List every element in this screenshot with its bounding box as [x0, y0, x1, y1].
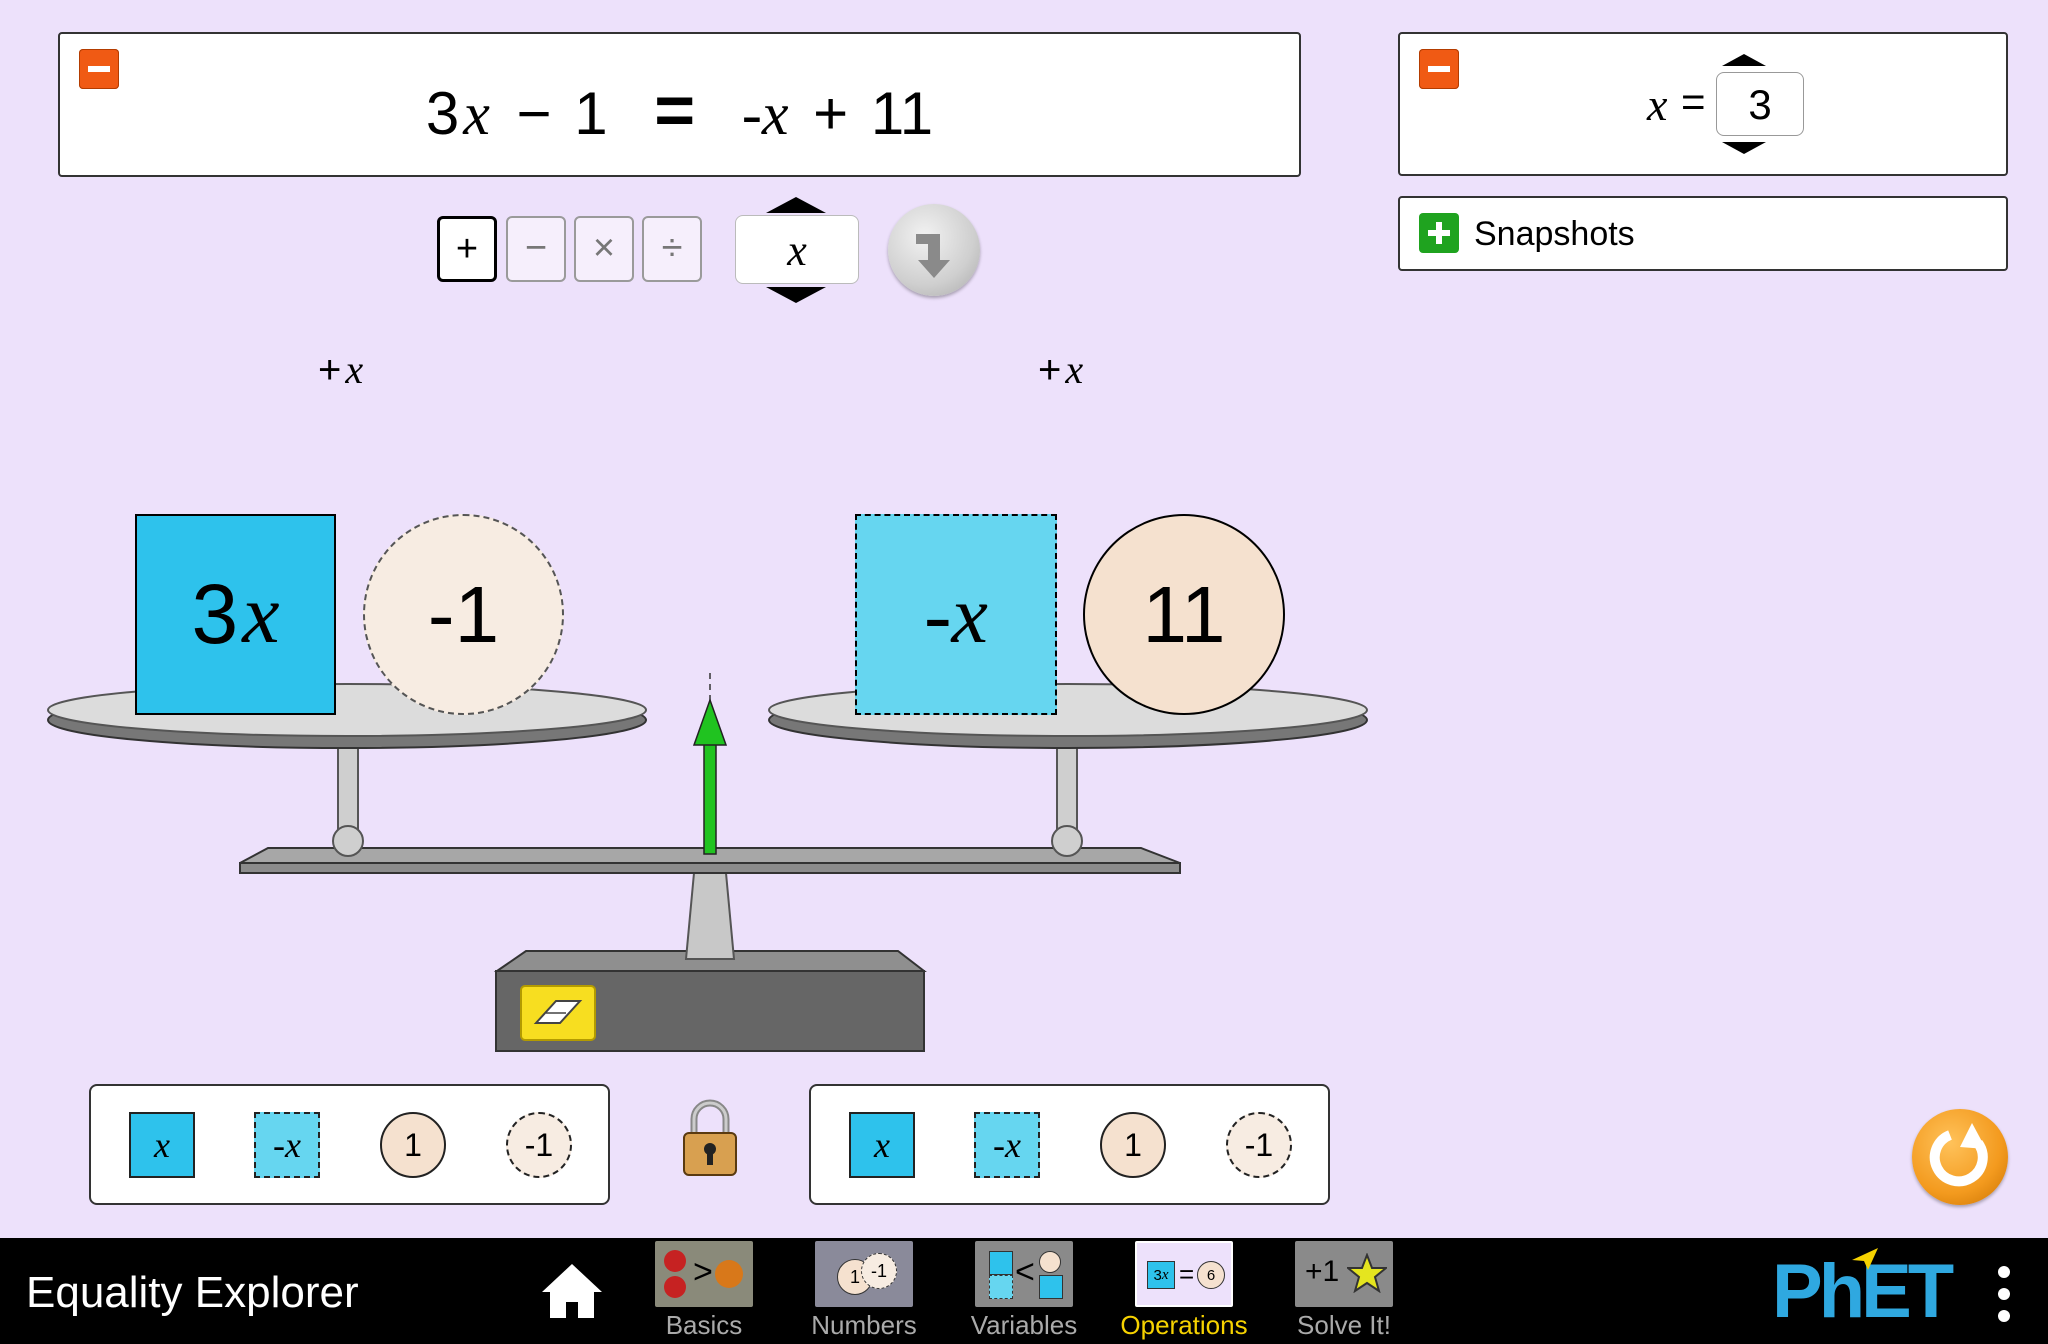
left-pivot [332, 825, 364, 857]
right-pivot [1051, 825, 1083, 857]
app-title: Equality Explorer [26, 1268, 359, 1317]
left-toolbox: x -x 1 -1 [89, 1084, 610, 1205]
operand-value: x [787, 226, 807, 275]
toolbox-left-one-tile[interactable]: 1 [380, 1112, 446, 1178]
toolbox-left-x-tile[interactable]: x [129, 1112, 195, 1178]
tab-numbers-icon[interactable]: 1 -1 [815, 1241, 913, 1307]
collapse-variable-button[interactable] [1419, 49, 1459, 89]
decrement-arrow-icon[interactable] [1722, 142, 1766, 154]
reset-all-button[interactable] [1912, 1109, 2008, 1205]
snapshots-label: Snapshots [1474, 215, 1635, 253]
left-operation-label: + x [318, 347, 364, 392]
star-icon [1347, 1253, 1387, 1293]
apply-arrow-icon [916, 234, 950, 278]
phet-star-icon [1852, 1248, 1878, 1270]
left-coef: 3 [425, 80, 460, 147]
right-constant-tile[interactable]: 11 [1083, 514, 1285, 715]
operand-down-arrow-icon[interactable] [766, 287, 826, 303]
snapshots-panel: Snapshots [1398, 196, 2008, 271]
right-op: + [813, 80, 849, 147]
right-const: 11 [870, 80, 934, 147]
operand-up-arrow-icon[interactable] [766, 197, 826, 213]
equation-panel: 3x − 1 = -x + 11 [58, 32, 1301, 177]
right-variable-tile[interactable]: -x [855, 514, 1057, 715]
balance-arrow-head [692, 697, 728, 746]
toolbox-right-x-tile[interactable]: x [849, 1112, 915, 1178]
scale-fulcrum [684, 872, 736, 960]
tab-basics[interactable]: Basics [624, 1310, 784, 1341]
tab-solve-it-icon[interactable]: +1 [1295, 1241, 1393, 1307]
tab-numbers[interactable]: Numbers [784, 1310, 944, 1341]
variable-equals: = [1681, 78, 1706, 125]
left-op: − [516, 80, 552, 147]
toolbox-left-neg-x-tile[interactable]: -x [254, 1112, 320, 1178]
scale-beam [239, 847, 1181, 864]
times-operator-button[interactable]: × [574, 216, 634, 282]
clear-scale-button[interactable] [520, 985, 596, 1041]
eraser-icon [533, 1000, 583, 1024]
increment-arrow-icon[interactable] [1722, 54, 1766, 66]
toolbox-right-neg-one-tile[interactable]: -1 [1226, 1112, 1292, 1178]
apply-operation-button[interactable] [888, 204, 980, 296]
equals-sign: = [654, 71, 696, 149]
left-post [337, 743, 359, 841]
scale-base-top [493, 950, 927, 972]
variable-name: x [1647, 79, 1668, 130]
expand-snapshots-button[interactable] [1419, 213, 1459, 253]
tab-operations-icon[interactable]: 3x = 6 [1135, 1241, 1233, 1307]
variable-panel: x = 3 [1398, 32, 2008, 176]
right-toolbox: x -x 1 -1 [809, 1084, 1330, 1205]
plus-operator-button[interactable]: + [437, 216, 497, 282]
right-operation-label: + x [1038, 347, 1084, 392]
variable-value: 3 [1748, 81, 1772, 128]
reset-icon [1929, 1123, 1988, 1187]
right-var-term: -x [741, 81, 789, 147]
home-icon[interactable] [540, 1262, 604, 1320]
scale-beam-front [239, 862, 1181, 874]
equation-display: 3x − 1 = -x + 11 [60, 70, 1299, 150]
lock-icon[interactable] [680, 1097, 740, 1179]
left-constant-tile[interactable]: -1 [363, 514, 564, 715]
toolbox-right-neg-x-tile[interactable]: -x [974, 1112, 1040, 1178]
options-menu-button[interactable] [1992, 1266, 2016, 1326]
right-post [1056, 743, 1078, 841]
left-variable-tile[interactable]: 3x [135, 514, 336, 715]
left-const: 1 [574, 80, 608, 147]
tab-solve-it[interactable]: Solve It! [1264, 1310, 1424, 1341]
toolbox-right-one-tile[interactable]: 1 [1100, 1112, 1166, 1178]
variable-value-field[interactable]: 3 [1716, 72, 1804, 136]
toolbox-left-neg-one-tile[interactable]: -1 [506, 1112, 572, 1178]
tab-basics-icon[interactable]: > [655, 1241, 753, 1307]
tab-operations[interactable]: Operations [1104, 1310, 1264, 1341]
divide-operator-button[interactable]: ÷ [642, 216, 702, 282]
balance-arrow-shaft [703, 741, 717, 855]
tab-variables[interactable]: Variables [944, 1310, 1104, 1341]
left-var: x [463, 81, 490, 147]
operand-field[interactable]: x [735, 215, 859, 284]
minus-operator-button[interactable]: − [506, 216, 566, 282]
tab-variables-icon[interactable]: < [975, 1241, 1073, 1307]
